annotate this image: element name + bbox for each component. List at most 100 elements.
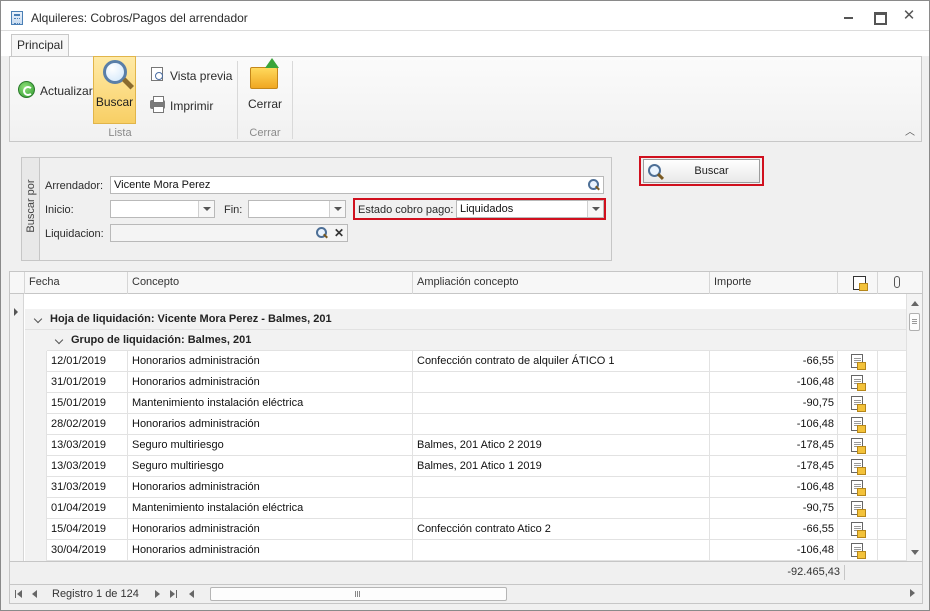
row-indent	[25, 540, 47, 561]
hscroll-thumb[interactable]	[210, 587, 507, 601]
column-attachment[interactable]	[878, 272, 922, 294]
row-indent	[25, 456, 47, 477]
cerrar-button[interactable]: Cerrar	[245, 58, 285, 121]
cell-fecha: 15/01/2019	[47, 393, 128, 414]
chevron-down-icon[interactable]	[587, 201, 603, 217]
row-indicator-column	[10, 294, 24, 561]
cell-document[interactable]	[838, 519, 878, 540]
table-row[interactable]: 01/04/2019 Mantenimiento instalación eléc…	[25, 498, 907, 519]
search-icon[interactable]	[587, 178, 601, 192]
cell-document[interactable]	[838, 372, 878, 393]
table-row[interactable]: 12/01/2019 Honorarios administración Confe…	[25, 351, 907, 372]
cell-fecha: 31/03/2019	[47, 477, 128, 498]
cell-concepto: Honorarios administración	[128, 414, 413, 435]
table-row[interactable]: 31/03/2019 Honorarios administración -106,…	[25, 477, 907, 498]
search-panel: Buscar por Arrendador: Vicente Mora Pere…	[21, 157, 612, 261]
group-divider	[237, 61, 238, 139]
importe-total: -92.465,43	[787, 566, 840, 578]
row-indent	[25, 435, 47, 456]
cell-importe: -106,48	[710, 540, 838, 561]
last-record-icon[interactable]	[167, 588, 179, 600]
cell-document[interactable]	[838, 351, 878, 372]
document-icon	[851, 417, 866, 433]
header-indicator	[10, 272, 25, 294]
chevron-down-icon[interactable]	[198, 201, 214, 217]
table-row[interactable]: 15/01/2019 Mantenimiento instalación eléc…	[25, 393, 907, 414]
buscar-ribbon-label: Buscar	[95, 95, 134, 109]
liquidacion-field[interactable]: ✕	[110, 224, 348, 242]
scroll-thumb[interactable]	[909, 313, 920, 331]
cell-document[interactable]	[838, 498, 878, 519]
cell-attachment	[878, 393, 907, 414]
clear-icon[interactable]: ✕	[332, 225, 346, 241]
row-indent	[25, 498, 47, 519]
document-icon	[851, 459, 866, 475]
row-indent	[25, 414, 47, 435]
table-row[interactable]: 13/03/2019 Seguro multiriesgo Balmes, 201 …	[25, 456, 907, 477]
column-ampliacion[interactable]: Ampliación concepto	[413, 272, 710, 294]
estado-label: Estado cobro pago:	[358, 204, 454, 216]
tab-principal[interactable]: Principal	[11, 34, 69, 57]
previous-record-icon[interactable]	[28, 588, 40, 600]
cell-importe: -90,75	[710, 393, 838, 414]
chevron-down-icon[interactable]	[329, 201, 345, 217]
cell-concepto: Mantenimiento instalación eléctrica	[128, 393, 413, 414]
arrendador-value: Vicente Mora Perez	[114, 179, 211, 191]
document-icon	[853, 276, 868, 291]
buscar-button[interactable]: Buscar	[643, 159, 760, 183]
scroll-down-icon[interactable]	[911, 550, 919, 555]
table-row[interactable]: 28/02/2019 Honorarios administración -106,…	[25, 414, 907, 435]
scroll-up-icon[interactable]	[911, 301, 919, 306]
vertical-scrollbar[interactable]	[906, 294, 922, 561]
cell-importe: -178,45	[710, 435, 838, 456]
group-row-hoja[interactable]: Hoja de liquidación: Vicente Mora Perez …	[25, 309, 907, 330]
document-icon	[851, 375, 866, 391]
estado-select[interactable]: Liquidados	[456, 200, 604, 218]
minimize-button[interactable]	[841, 9, 857, 23]
collapse-ribbon-icon[interactable]: ︿	[905, 123, 915, 138]
estado-value: Liquidados	[460, 203, 514, 215]
arrendador-label: Arrendador:	[45, 180, 104, 192]
chevron-down-icon[interactable]	[33, 314, 43, 324]
cell-document[interactable]	[838, 435, 878, 456]
cell-concepto: Honorarios administración	[128, 540, 413, 561]
cell-fecha: 30/04/2019	[47, 540, 128, 561]
table-row[interactable]: 15/04/2019 Honorarios administración Confe…	[25, 519, 907, 540]
search-icon[interactable]	[315, 226, 329, 240]
close-button[interactable]: ✕	[901, 8, 917, 23]
group-row-grupo[interactable]: Grupo de liquidación: Balmes, 201	[25, 330, 907, 351]
fin-date-field[interactable]	[248, 200, 346, 218]
document-icon	[851, 396, 866, 412]
table-row[interactable]: 30/04/2019 Honorarios administración -106,…	[25, 540, 907, 561]
liquidacion-label: Liquidacion:	[45, 228, 104, 240]
scroll-right-icon[interactable]	[910, 589, 915, 597]
cell-document[interactable]	[838, 393, 878, 414]
title-bar: Alquileres: Cobros/Pagos del arrendador …	[1, 1, 929, 31]
record-navigator: Registro 1 de 124	[9, 584, 923, 604]
main-window: Alquileres: Cobros/Pagos del arrendador …	[0, 0, 930, 611]
cell-ampliacion	[413, 498, 710, 519]
scroll-left-icon[interactable]	[185, 588, 197, 600]
printer-icon	[150, 96, 165, 113]
next-record-icon[interactable]	[152, 588, 164, 600]
first-record-icon[interactable]	[13, 588, 25, 600]
inicio-date-field[interactable]	[110, 200, 215, 218]
table-row[interactable]: 13/03/2019 Seguro multiriesgo Balmes, 201 …	[25, 435, 907, 456]
cell-document[interactable]	[838, 477, 878, 498]
column-fecha[interactable]: Fecha	[25, 272, 128, 294]
table-row[interactable]: 31/01/2019 Honorarios administración -106,…	[25, 372, 907, 393]
cell-document[interactable]	[838, 540, 878, 561]
cell-document[interactable]	[838, 414, 878, 435]
cell-ampliacion: Balmes, 201 Atico 2 2019	[413, 435, 710, 456]
cell-importe: -66,55	[710, 519, 838, 540]
cell-document[interactable]	[838, 456, 878, 477]
column-concepto[interactable]: Concepto	[128, 272, 413, 294]
cell-fecha: 15/04/2019	[47, 519, 128, 540]
buscar-ribbon-button[interactable]: Buscar	[93, 56, 136, 124]
arrendador-field[interactable]: Vicente Mora Perez	[110, 176, 604, 194]
column-importe[interactable]: Importe	[710, 272, 838, 294]
chevron-down-icon[interactable]	[54, 335, 64, 345]
horizontal-scrollbar[interactable]	[200, 587, 920, 601]
restore-button[interactable]	[871, 9, 887, 25]
exit-folder-icon	[250, 58, 279, 89]
